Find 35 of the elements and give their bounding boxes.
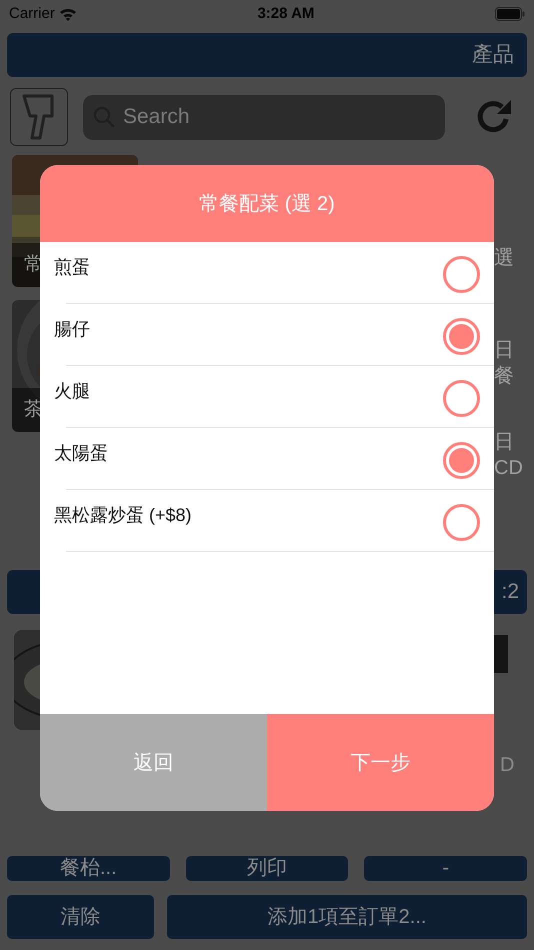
radio-button[interactable] [443,504,480,541]
category-text: CD [494,456,523,481]
header-title: 產品 [472,42,514,68]
option-label: 黑松露炒蛋 (+$8) [54,504,192,527]
radio-button[interactable] [443,318,480,355]
scanner-button[interactable] [10,88,68,146]
price-text: D [500,753,514,778]
option-label: 煎蛋 [54,256,90,279]
radio-button[interactable] [443,380,480,417]
radio-button[interactable] [443,256,480,293]
category-text: 餐 [494,364,514,389]
wifi-icon [58,7,77,21]
category-text: 日 [494,338,514,363]
refresh-icon[interactable] [475,99,513,135]
dialog-title: 常餐配菜 (選 2) [199,192,335,216]
footer-button[interactable]: 列印 [186,856,348,881]
category-text: 選 [494,246,514,271]
order-bar-text: :2 [501,579,519,606]
order-item-bar [494,635,508,673]
option-label: 火腿 [54,380,90,403]
carrier-label: Carrier [9,4,55,24]
battery-icon [495,7,525,21]
search-field[interactable]: Search [83,94,445,140]
product-name: 常 [24,252,43,277]
footer-button[interactable]: 清除 [7,895,154,939]
barcode-scanner-icon [22,94,56,140]
option-label: 太陽蛋 [54,442,108,465]
next-button[interactable]: 下一步 [267,714,494,811]
option-label: 腸仔 [54,318,90,341]
footer-button[interactable]: - [364,856,528,881]
status-time: 3:28 AM [257,4,314,24]
footer-button[interactable]: 餐枱... [7,856,170,881]
footer-button[interactable]: 添加1項至訂單2... [167,895,527,939]
radio-button[interactable] [443,442,480,479]
category-text: 日 [494,430,514,455]
